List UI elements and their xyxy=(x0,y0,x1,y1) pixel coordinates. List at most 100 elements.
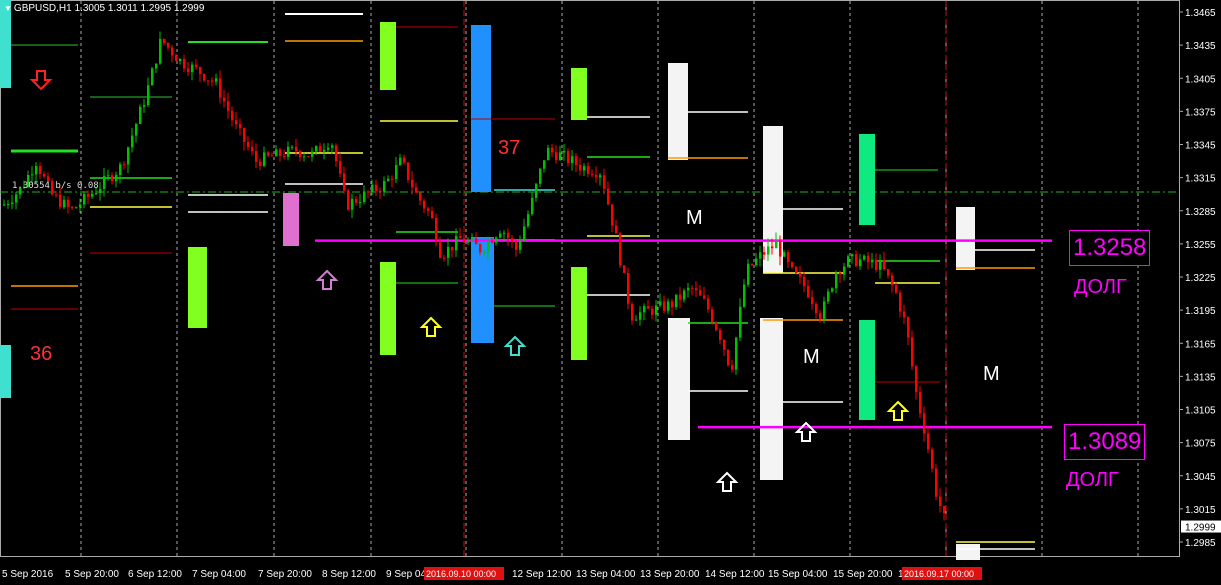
candle-body xyxy=(159,38,162,64)
candle-body xyxy=(387,178,390,182)
candle-body xyxy=(435,218,438,243)
candle-body xyxy=(459,235,462,239)
time-tick-label: 13 Sep 20:00 xyxy=(640,569,700,580)
m-label-3: M xyxy=(983,363,1000,385)
candle-body xyxy=(123,164,126,166)
time-tick-label: 9 Sep 04 xyxy=(386,569,426,580)
zone-box xyxy=(0,345,11,398)
candle-body xyxy=(635,319,638,321)
time-tick-label: 14 Sep 12:00 xyxy=(705,569,765,580)
candle-body xyxy=(299,151,302,157)
candle-body xyxy=(131,135,134,148)
candle-body xyxy=(651,308,654,315)
candle-body xyxy=(507,232,510,239)
candle-body xyxy=(943,505,946,514)
candle-body xyxy=(323,149,326,152)
candle-body xyxy=(411,179,414,188)
candle-body xyxy=(583,166,586,171)
zone-box xyxy=(956,207,975,270)
candle-body xyxy=(639,312,642,320)
candle-body xyxy=(347,190,350,210)
price-tick-label: 1.3225 xyxy=(1185,273,1216,284)
candle-body xyxy=(791,262,794,268)
candle-body xyxy=(91,193,94,197)
candle-body xyxy=(679,294,682,300)
candle-body xyxy=(383,181,386,192)
candle-body xyxy=(819,313,822,319)
info-overlay: 1.30554 b/s 0.08 xyxy=(12,181,99,191)
candle-body xyxy=(887,269,890,276)
time-tick-label: 8 Sep 12:00 xyxy=(322,569,376,580)
zone-box xyxy=(956,544,980,560)
candle-body xyxy=(883,259,886,270)
candle-body xyxy=(615,225,618,234)
candle-body xyxy=(227,101,230,111)
candle-body xyxy=(271,155,274,157)
candle-body xyxy=(451,246,454,251)
candle-body xyxy=(175,55,178,61)
candle-body xyxy=(939,496,942,506)
candle-body xyxy=(763,252,766,255)
candle-body xyxy=(415,187,418,193)
zone-box xyxy=(380,22,396,90)
candle-body xyxy=(923,413,926,434)
chart-window[interactable]: 5 Sep 2016 5 Sep 20:00 6 Sep 12:00 7 Sep 04… xyxy=(0,0,1221,585)
candle-body xyxy=(671,301,674,308)
zone-box xyxy=(571,68,587,120)
candle-body xyxy=(523,226,526,241)
candle-body xyxy=(515,241,518,250)
candle-body xyxy=(87,193,90,197)
candle-body xyxy=(863,255,866,260)
candle-body xyxy=(327,147,330,150)
candle-body xyxy=(375,184,378,191)
candle-body xyxy=(235,120,238,125)
price-tick-label: 1.3405 xyxy=(1185,74,1216,85)
candle-body xyxy=(899,292,902,312)
zone-box xyxy=(471,25,491,192)
arrow-up-icon xyxy=(315,269,339,290)
candle-body xyxy=(599,175,602,178)
candle-body xyxy=(487,241,490,252)
arrow-down-icon xyxy=(29,70,53,91)
dropdown-icon[interactable]: ▼ xyxy=(4,4,12,13)
candle-body xyxy=(439,242,442,258)
candle-body xyxy=(179,58,182,61)
candle-body xyxy=(519,240,522,250)
candle-body xyxy=(875,259,878,270)
price-tick-label: 1.3465 xyxy=(1185,8,1216,19)
symbol-header-text: GBPUSD,H1 1.3005 1.3011 1.2995 1.2999 xyxy=(13,3,205,14)
candle-body xyxy=(187,68,190,73)
candle-body xyxy=(3,204,6,206)
candle-body xyxy=(535,183,538,198)
arrow-up-icon xyxy=(886,400,910,421)
price-tick-label: 1.3075 xyxy=(1185,439,1216,450)
candle-body xyxy=(423,200,426,209)
candle-body xyxy=(611,204,614,226)
candle-body xyxy=(215,78,218,82)
candle-body xyxy=(747,263,750,285)
candle-body xyxy=(479,244,482,253)
price-chart[interactable]: 5 Sep 2016 5 Sep 20:00 6 Sep 12:00 7 Sep 04… xyxy=(0,0,1221,585)
candle-body xyxy=(579,164,582,171)
candle-body xyxy=(79,204,82,208)
candle-body xyxy=(475,238,478,245)
candle-body xyxy=(839,272,842,275)
candle-body xyxy=(691,287,694,289)
candle-body xyxy=(395,165,398,180)
candle-body xyxy=(715,322,718,331)
price-tick-label: 1.3375 xyxy=(1185,107,1216,118)
candle-body xyxy=(15,194,18,203)
candle-body xyxy=(879,259,882,270)
candle-body xyxy=(211,80,214,82)
candle-body xyxy=(103,176,106,189)
candle-body xyxy=(95,193,98,195)
date-highlight-label: 2016.09.10 00:00 xyxy=(426,569,496,579)
candle-body xyxy=(823,301,826,319)
candle-body xyxy=(531,197,534,215)
candle-body xyxy=(723,339,726,350)
candle-body xyxy=(547,147,550,161)
candle-body xyxy=(139,106,142,124)
candle-body xyxy=(499,233,502,238)
candle-body xyxy=(827,291,830,302)
candle-body xyxy=(75,207,78,209)
